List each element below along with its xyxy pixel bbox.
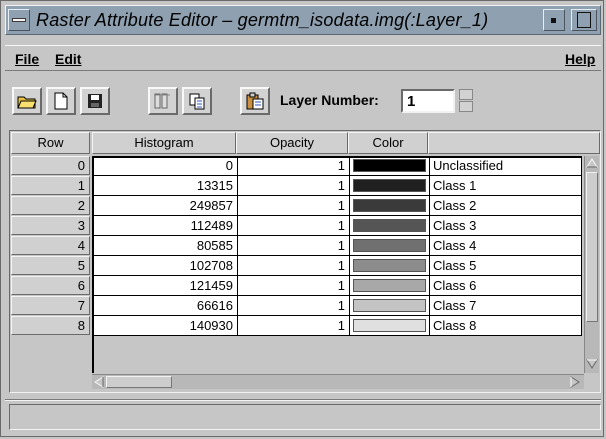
- menu-file[interactable]: File: [15, 51, 39, 67]
- vertical-scroll-thumb[interactable]: [586, 172, 598, 322]
- row-number-cell[interactable]: 2: [11, 196, 90, 215]
- scroll-up-arrow-icon[interactable]: [586, 157, 598, 169]
- new-button[interactable]: [46, 87, 76, 115]
- column-header-color[interactable]: Color: [348, 132, 428, 154]
- window-menu-icon: [12, 18, 26, 22]
- vertical-scrollbar[interactable]: [584, 156, 599, 373]
- row-number-cell[interactable]: 6: [11, 276, 90, 295]
- stepper-down-button[interactable]: [459, 101, 473, 112]
- column-header-class-names[interactable]: [428, 132, 600, 154]
- stepper-up-button[interactable]: [459, 89, 473, 100]
- maximize-icon: [577, 12, 591, 28]
- menu-bar: File Edit Help: [5, 45, 601, 71]
- row-number-cell[interactable]: 1: [11, 176, 90, 195]
- copy-button[interactable]: [182, 87, 212, 115]
- raster-attribute-editor-window: Raster Attribute Editor – germtm_isodata…: [0, 0, 604, 437]
- maximize-button[interactable]: [571, 9, 597, 31]
- minimize-button[interactable]: [543, 9, 565, 31]
- column-header-opacity[interactable]: Opacity: [236, 132, 348, 154]
- paste-button[interactable]: [240, 87, 270, 115]
- row-number-cell[interactable]: 4: [11, 236, 90, 255]
- attribute-table: Row Histogram Opacity Color 0 0 1 Unclassif…: [9, 130, 601, 393]
- row-number-cell[interactable]: 8: [11, 316, 90, 335]
- minimize-icon: [551, 18, 556, 23]
- open-button[interactable]: [12, 87, 42, 115]
- save-button[interactable]: [80, 87, 110, 115]
- row-number-cell[interactable]: 5: [11, 256, 90, 275]
- paste-icon: [246, 92, 264, 110]
- status-bar: [9, 404, 601, 430]
- scroll-right-arrow-icon[interactable]: [569, 376, 581, 388]
- open-folder-icon: [17, 96, 37, 109]
- horizontal-scrollbar[interactable]: [92, 374, 584, 389]
- menu-edit[interactable]: Edit: [55, 51, 81, 67]
- row-number-cell[interactable]: 3: [11, 216, 90, 235]
- scroll-down-arrow-icon[interactable]: [586, 358, 598, 370]
- layer-number-stepper[interactable]: [459, 89, 475, 113]
- column-header-row[interactable]: Row: [11, 132, 90, 154]
- window-title: Raster Attribute Editor – germtm_isodata…: [36, 10, 489, 30]
- menu-edit-label: Edit: [55, 51, 82, 67]
- new-document-icon: [54, 92, 68, 110]
- menu-help[interactable]: Help: [565, 51, 595, 67]
- scroll-left-arrow-icon[interactable]: [93, 376, 105, 388]
- menu-help-label: Help: [565, 51, 596, 67]
- menu-file-label: File: [15, 51, 40, 67]
- row-number-cell[interactable]: 7: [11, 296, 90, 315]
- column-properties-icon: [154, 93, 170, 109]
- horizontal-scroll-thumb[interactable]: [106, 376, 172, 388]
- column-header-histogram[interactable]: Histogram: [92, 132, 236, 154]
- title-bar[interactable]: Raster Attribute Editor – germtm_isodata…: [5, 5, 601, 35]
- layer-number-input[interactable]: 1: [401, 89, 455, 113]
- column-properties-button[interactable]: [148, 87, 178, 115]
- copy-icon: [189, 93, 205, 110]
- save-disk-icon: [88, 94, 102, 108]
- window-menu-button[interactable]: [8, 9, 30, 31]
- status-separator: [5, 399, 601, 401]
- layer-number-label: Layer Number:: [280, 92, 379, 108]
- row-number-cell[interactable]: 0: [11, 156, 90, 175]
- table-frame: [92, 156, 582, 373]
